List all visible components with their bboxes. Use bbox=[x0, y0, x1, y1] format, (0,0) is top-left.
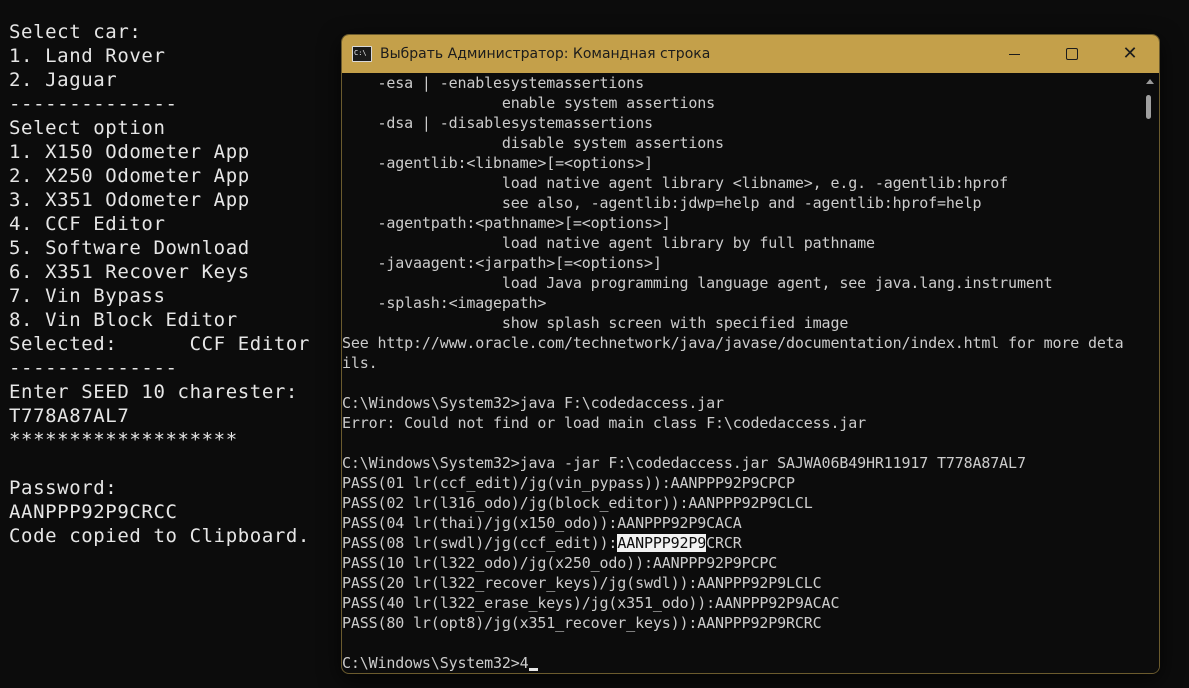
background-console-line: ******************* bbox=[9, 429, 238, 451]
console-line: C:\Windows\System32>java -jar F:\codedac… bbox=[342, 454, 1026, 472]
console-line: -dsa | -disablesystemassertions bbox=[342, 114, 653, 132]
console-line: C:\Windows\System32>4 bbox=[342, 653, 1142, 673]
background-console-line bbox=[9, 452, 339, 476]
console-line: -splash:<imagepath> bbox=[342, 294, 547, 312]
background-console-line: 2. X250 Odometer App bbox=[9, 165, 250, 187]
background-console-line: 8. Vin Block Editor bbox=[9, 309, 238, 331]
background-console-line: Select option bbox=[9, 117, 166, 139]
vertical-scrollbar[interactable] bbox=[1141, 73, 1159, 673]
minimize-button[interactable] bbox=[985, 35, 1043, 73]
console-line: PASS(08 lr(swdl)/jg(ccf_edit)):AANPPP92P… bbox=[342, 533, 1142, 553]
console-line: PASS(02 lr(l316_odo)/jg(block_editor)):A… bbox=[342, 494, 813, 512]
console-line: load native agent library by full pathna… bbox=[342, 234, 875, 252]
background-console-line: Select car: bbox=[9, 21, 142, 43]
console-line: PASS(20 lr(l322_recover_keys)/jg(swdl)):… bbox=[342, 574, 822, 592]
minimize-icon bbox=[1008, 53, 1020, 55]
console-line: load native agent library <libname>, e.g… bbox=[342, 174, 1009, 192]
console-output[interactable]: -esa | -enablesystemassertions enable sy… bbox=[342, 73, 1142, 673]
maximize-button[interactable] bbox=[1043, 35, 1101, 73]
console-line: See http://www.oracle.com/technetwork/ja… bbox=[342, 334, 1124, 352]
selected-text-highlight[interactable]: AANPPP92P9 bbox=[617, 534, 706, 552]
console-line: -esa | -enablesystemassertions bbox=[342, 74, 645, 92]
close-button[interactable]: ✕ bbox=[1101, 35, 1159, 73]
console-line-suffix: CRCR bbox=[706, 534, 742, 552]
background-console-line: 5. Software Download bbox=[9, 237, 250, 259]
console-line: load Java programming language agent, se… bbox=[342, 274, 1053, 292]
console-line: PASS(80 lr(opt8)/jg(x351_recover_keys)):… bbox=[342, 614, 822, 632]
background-console-line: Code copied to Clipboard. bbox=[9, 525, 310, 547]
console-line: PASS(04 lr(thai)/jg(x150_odo)):AANPPP92P… bbox=[342, 514, 742, 532]
background-console-line: 7. Vin Bypass bbox=[9, 285, 166, 307]
text-cursor bbox=[528, 668, 538, 671]
background-console-output: Select car: 1. Land Rover 2. Jaguar -------… bbox=[9, 20, 339, 548]
background-console-line: 1. X150 Odometer App bbox=[9, 141, 250, 163]
console-line: PASS(10 lr(l322_odo)/jg(x250_odo)):AANPP… bbox=[342, 554, 778, 572]
cmd-icon bbox=[352, 46, 372, 62]
background-console-line: T778A87AL7 bbox=[9, 405, 130, 427]
scrollbar-thumb[interactable] bbox=[1146, 95, 1151, 119]
console-line: show splash screen with specified image bbox=[342, 314, 849, 332]
background-console-line: Enter SEED 10 charester: bbox=[9, 381, 298, 403]
background-console-line: AANPPP92P9CRCC bbox=[9, 501, 178, 523]
console-line-prefix: PASS(08 lr(swdl)/jg(ccf_edit)): bbox=[342, 534, 618, 552]
console-line: C:\Windows\System32>java F:\codedaccess.… bbox=[342, 394, 724, 412]
background-console-line: 6. X351 Recover Keys bbox=[9, 261, 250, 283]
window-title: Выбрать Администратор: Командная строка bbox=[380, 46, 711, 62]
background-console-line: -------------- bbox=[9, 93, 178, 115]
console-line: -javaagent:<jarpath>[=<options>] bbox=[342, 254, 662, 272]
background-console-line: 1. Land Rover bbox=[9, 45, 166, 67]
cmd-window[interactable]: Выбрать Администратор: Командная строка … bbox=[341, 34, 1160, 674]
background-console-line: -------------- bbox=[9, 357, 178, 379]
background-console-line: Selected: CCF Editor bbox=[9, 333, 310, 355]
background-console-line: 4. CCF Editor bbox=[9, 213, 166, 235]
background-console-line: Password: bbox=[9, 477, 118, 499]
maximize-icon bbox=[1066, 48, 1078, 60]
title-bar[interactable]: Выбрать Администратор: Командная строка … bbox=[342, 35, 1159, 73]
console-line: PASS(40 lr(l322_erase_keys)/jg(x351_odo)… bbox=[342, 594, 840, 612]
console-line: Error: Could not find or load main class… bbox=[342, 414, 866, 432]
console-line: see also, -agentlib:jdwp=help and -agent… bbox=[342, 194, 982, 212]
console-line: disable system assertions bbox=[342, 134, 724, 152]
background-console-line: 2. Jaguar bbox=[9, 69, 118, 91]
background-console-line: 3. X351 Odometer App bbox=[9, 189, 250, 211]
close-icon: ✕ bbox=[1122, 43, 1138, 64]
scroll-up-arrow-icon[interactable] bbox=[1146, 79, 1154, 84]
console-line: -agentpath:<pathname>[=<options>] bbox=[342, 214, 671, 232]
console-line: PASS(01 lr(ccf_edit)/jg(vin_pypass)):AAN… bbox=[342, 474, 795, 492]
console-line: -agentlib:<libname>[=<options>] bbox=[342, 154, 653, 172]
console-line: ils. bbox=[342, 354, 378, 372]
console-line: enable system assertions bbox=[342, 94, 715, 112]
